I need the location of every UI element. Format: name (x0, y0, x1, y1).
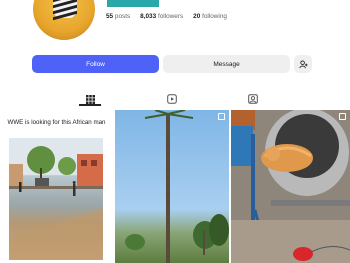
add-person-icon (298, 59, 308, 68)
profile-avatar[interactable] (33, 0, 95, 40)
tab-reels[interactable] (165, 92, 179, 106)
profile-banner-strip (107, 0, 159, 7)
zebra-illustration (53, 0, 77, 21)
stat-followers[interactable]: 8,033 followers (140, 13, 183, 20)
profile-stats: 55 posts 8,033 followers 20 following (106, 13, 227, 20)
post-caption: WWE is looking for this African man (7, 119, 106, 126)
profile-tabs (0, 92, 350, 106)
post-thumbnail-2[interactable] (115, 110, 229, 263)
multi-post-indicator (339, 113, 346, 120)
active-tab-indicator (79, 104, 101, 106)
street-scene-image (9, 138, 103, 260)
pin-indicator (218, 113, 225, 120)
cat-in-mixer-image (231, 110, 350, 263)
tagged-icon (248, 94, 258, 104)
post-thumbnail-3[interactable] (231, 110, 350, 263)
message-button[interactable]: Message (163, 55, 290, 73)
follow-button[interactable]: Follow (32, 55, 159, 73)
reels-icon (167, 94, 177, 104)
posts-grid: WWE is looking for this African man (0, 110, 350, 263)
grid-icon (85, 94, 95, 104)
palm-trees-image (125, 110, 229, 263)
stat-posts[interactable]: 55 posts (106, 13, 130, 20)
suggested-users-button[interactable] (294, 55, 312, 73)
post-thumbnail-1[interactable]: WWE is looking for this African man (0, 110, 113, 263)
tab-tagged[interactable] (246, 92, 260, 106)
stat-following[interactable]: 20 following (193, 13, 227, 20)
